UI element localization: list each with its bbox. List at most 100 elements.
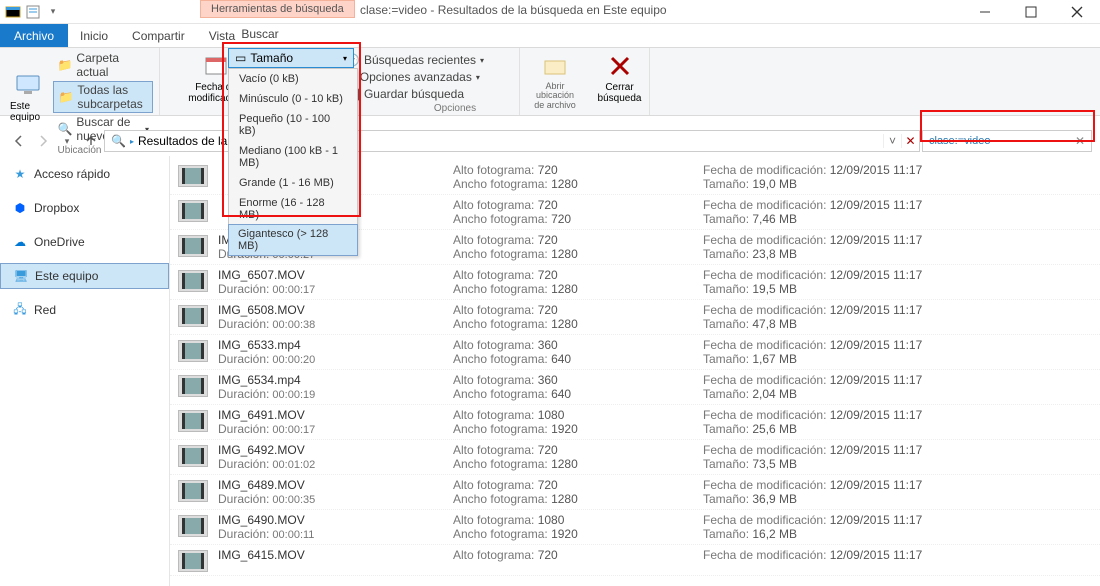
date-modified: Fecha de modificación: 12/09/2015 11:17 bbox=[703, 443, 1092, 457]
size-menu-item[interactable]: Minúsculo (0 - 10 kB) bbox=[229, 89, 357, 109]
this-pc-button[interactable]: Este equipo bbox=[6, 69, 49, 125]
file-duration: Duración: 00:00:17 bbox=[218, 422, 443, 436]
file-duration: Duración: 00:00:19 bbox=[218, 387, 443, 401]
close-button[interactable] bbox=[1054, 0, 1100, 24]
open-file-location-button[interactable]: Abrir ubicación de archivo bbox=[526, 50, 584, 112]
chevron-down-icon: ▾ bbox=[480, 56, 484, 65]
star-icon: ★ bbox=[12, 166, 28, 182]
current-folder-option[interactable]: 📁Carpeta actual bbox=[53, 50, 153, 80]
advanced-options-button[interactable]: ⚙Opciones avanzadas▾ bbox=[341, 69, 513, 85]
sidebar-item-network[interactable]: 🖧Red bbox=[0, 298, 169, 322]
properties-icon[interactable] bbox=[24, 3, 42, 21]
menu-bar: Archivo Inicio Compartir Vista Buscar bbox=[0, 24, 1100, 48]
address-bar-row: ▾ 🔍 ▸ Resultados de la búsqueda ˅ ✕ ✕ bbox=[0, 126, 1100, 156]
frame-width: Ancho fotograma: 1920 bbox=[453, 422, 693, 436]
file-menu[interactable]: Archivo bbox=[0, 24, 68, 47]
window-title: clase:=video - Resultados de la búsqueda… bbox=[360, 3, 667, 17]
file-row[interactable]: IMG_6415.MOVAlto fotograma: 720Fecha de … bbox=[170, 545, 1100, 576]
size-menu-item[interactable]: Vacío (0 kB) bbox=[229, 69, 357, 89]
file-size: Tamaño: 7,46 MB bbox=[703, 212, 1092, 226]
frame-height: Alto fotograma: 360 bbox=[453, 373, 693, 387]
file-name: IMG_6507.MOV bbox=[218, 268, 443, 282]
sidebar-item-quick-access[interactable]: ★Acceso rápido bbox=[0, 162, 169, 186]
content-area: ★Acceso rápido ⬢Dropbox ☁OneDrive 🖥Este … bbox=[0, 156, 1100, 586]
chevron-down-icon: ▾ bbox=[343, 54, 347, 63]
address-dropdown[interactable]: ˅ bbox=[883, 134, 901, 148]
file-size: Tamaño: 23,8 MB bbox=[703, 247, 1092, 261]
save-search-button[interactable]: 💾Guardar búsqueda bbox=[341, 86, 513, 102]
file-name: IMG_6533.mp4 bbox=[218, 338, 443, 352]
search-input[interactable] bbox=[929, 135, 1059, 147]
date-modified: Fecha de modificación: 12/09/2015 11:17 bbox=[703, 338, 1092, 352]
size-filter-button[interactable]: ▭ Tamaño ▾ bbox=[228, 48, 354, 68]
date-modified: Fecha de modificación: 12/09/2015 11:17 bbox=[703, 478, 1092, 492]
date-modified: Fecha de modificación: 12/09/2015 11:17 bbox=[703, 198, 1092, 212]
size-menu-item[interactable]: Gigantesco (> 128 MB) bbox=[228, 224, 358, 256]
search-box[interactable]: ✕ bbox=[922, 130, 1092, 152]
frame-height: Alto fotograma: 360 bbox=[453, 338, 693, 352]
home-tab[interactable]: Inicio bbox=[68, 24, 120, 47]
file-row[interactable]: IMG_6508.MOVDuración: 00:00:38Alto fotog… bbox=[170, 300, 1100, 335]
size-menu-item[interactable]: Mediano (100 kB - 1 MB) bbox=[229, 141, 357, 173]
file-row[interactable]: IMG_6490.MOVDuración: 00:00:11Alto fotog… bbox=[170, 510, 1100, 545]
clear-search-icon[interactable]: ✕ bbox=[1075, 134, 1085, 148]
frame-height: Alto fotograma: 720 bbox=[453, 478, 693, 492]
quick-access-toolbar: ▾ bbox=[0, 3, 66, 21]
title-bar: ▾ Herramientas de búsqueda clase:=video … bbox=[0, 0, 1100, 24]
sidebar-item-this-pc[interactable]: 🖥Este equipo bbox=[0, 263, 169, 289]
frame-height: Alto fotograma: 720 bbox=[453, 268, 693, 282]
file-row[interactable]: IMG_6533.mp4Duración: 00:00:20Alto fotog… bbox=[170, 335, 1100, 370]
file-duration: Duración: 00:00:17 bbox=[218, 282, 443, 296]
file-duration: Duración: 00:01:02 bbox=[218, 457, 443, 471]
file-row[interactable]: IMG_6534.mp4Duración: 00:00:19 Alto fotog… bbox=[170, 370, 1100, 405]
qat-dropdown-icon[interactable]: ▾ bbox=[44, 3, 62, 21]
frame-width: Ancho fotograma: 1280 bbox=[453, 492, 693, 506]
size-icon: ▭ bbox=[235, 51, 246, 65]
video-thumb-icon bbox=[178, 200, 208, 222]
file-size: Tamaño: 1,67 MB bbox=[703, 352, 1092, 366]
search-tab[interactable]: Buscar bbox=[200, 24, 320, 44]
file-row[interactable]: IMG_6492.MOVDuración: 00:01:02Alto fotog… bbox=[170, 440, 1100, 475]
date-modified: Fecha de modificación: 12/09/2015 11:17 bbox=[703, 548, 1092, 562]
file-row[interactable]: IMG_6491.MOVDuración: 00:00:17Alto fotog… bbox=[170, 405, 1100, 440]
monitor-icon: 🖥 bbox=[13, 268, 29, 284]
frame-width: Ancho fotograma: 640 bbox=[453, 352, 693, 366]
file-name: IMG_6491.MOV bbox=[218, 408, 443, 422]
video-thumb-icon bbox=[178, 165, 208, 187]
file-row[interactable]: IMG_6489.MOVDuración: 00:00:35Alto fotog… bbox=[170, 475, 1100, 510]
file-size: Tamaño: 25,6 MB bbox=[703, 422, 1092, 436]
size-menu-item[interactable]: Grande (1 - 16 MB) bbox=[229, 173, 357, 193]
close-search-button[interactable]: Cerrar búsqueda bbox=[596, 50, 643, 106]
file-duration: Duración: 00:00:11 bbox=[218, 527, 443, 541]
size-menu-item[interactable]: Enorme (16 - 128 MB) bbox=[229, 193, 357, 225]
frame-width: Ancho fotograma: 1280 bbox=[453, 317, 693, 331]
cloud-icon: ☁ bbox=[12, 234, 28, 250]
frame-width: Ancho fotograma: 1920 bbox=[453, 527, 693, 541]
stop-button[interactable]: ✕ bbox=[901, 134, 919, 148]
video-thumb-icon bbox=[178, 550, 208, 572]
video-thumb-icon bbox=[178, 375, 208, 397]
file-size: Tamaño: 16,2 MB bbox=[703, 527, 1092, 541]
network-icon: 🖧 bbox=[12, 302, 28, 318]
frame-width: Ancho fotograma: 640 bbox=[453, 387, 693, 401]
chevron-down-icon: ▾ bbox=[476, 73, 480, 82]
share-tab[interactable]: Compartir bbox=[120, 24, 197, 47]
frame-width: Ancho fotograma: 1280 bbox=[453, 247, 693, 261]
size-menu-item[interactable]: Pequeño (10 - 100 kB) bbox=[229, 109, 357, 141]
forward-button[interactable] bbox=[32, 130, 54, 152]
file-name: IMG_6508.MOV bbox=[218, 303, 443, 317]
address-bar[interactable]: 🔍 ▸ Resultados de la búsqueda ˅ ✕ bbox=[104, 130, 920, 152]
file-name: IMG_6534.mp4 bbox=[218, 373, 443, 387]
maximize-button[interactable] bbox=[1008, 0, 1054, 24]
minimize-button[interactable] bbox=[962, 0, 1008, 24]
sidebar-item-onedrive[interactable]: ☁OneDrive bbox=[0, 230, 169, 254]
recent-searches-button[interactable]: 🕑Búsquedas recientes▾ bbox=[341, 52, 513, 68]
file-row[interactable]: IMG_6507.MOVDuración: 00:00:17 Alto fotog… bbox=[170, 265, 1100, 300]
file-size: Tamaño: 47,8 MB bbox=[703, 317, 1092, 331]
video-thumb-icon bbox=[178, 270, 208, 292]
all-subfolders-option[interactable]: 📁Todas las subcarpetas bbox=[53, 81, 153, 113]
frame-height: Alto fotograma: 720 bbox=[453, 163, 693, 177]
sidebar-item-dropbox[interactable]: ⬢Dropbox bbox=[0, 196, 169, 220]
file-size: Tamaño: 73,5 MB bbox=[703, 457, 1092, 471]
folder-icon: 📁 bbox=[57, 58, 72, 72]
